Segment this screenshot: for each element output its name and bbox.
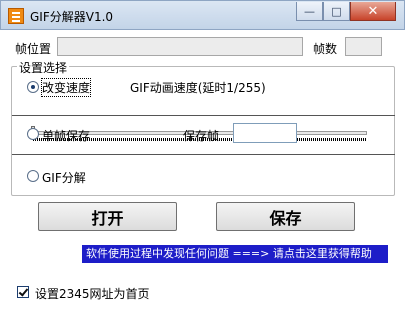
open-button[interactable]: 打开 [38,202,177,231]
window-title: GIF分解器V1.0 [30,10,114,24]
separator [12,115,395,116]
maximize-button[interactable]: □ [323,2,350,21]
change-speed-label[interactable]: 改变速度 [40,78,92,97]
frame-count-label: 帧数 [313,42,338,56]
save-button[interactable]: 保存 [216,202,355,231]
maximize-icon: □ [331,4,342,18]
set-homepage-label[interactable]: 设置2345网址为首页 [35,285,150,302]
open-button-label: 打开 [91,208,124,228]
frame-position-label: 帧位置 [15,42,52,56]
single-frame-save-label[interactable]: 单帧保存 [42,127,90,144]
app-logo-icon [8,8,24,24]
minimize-icon: — [304,4,315,18]
gif-decompose-radio[interactable] [27,170,39,182]
save-button-label: 保存 [269,208,302,228]
frame-count-field [345,37,382,56]
client-area: 帧位置 帧数 设置选择 改变速度 GIF动画速度(延时1/255) 单帧保存 保… [0,30,405,320]
set-homepage-checkbox[interactable] [17,286,29,298]
settings-group-label: 设置选择 [17,59,70,76]
separator [12,154,395,155]
save-frame-input[interactable] [233,123,297,143]
speed-info-text: GIF动画速度(延时1/255) [130,81,266,95]
help-link-banner[interactable]: 软件使用过程中发现任何问题 ===> 请点击这里获得帮助 [82,245,388,263]
title-bar[interactable]: GIF分解器V1.0 — □ ✕ [0,0,405,30]
single-frame-save-radio[interactable] [27,128,39,140]
gif-decompose-label[interactable]: GIF分解 [42,169,86,186]
minimize-button[interactable]: — [296,2,323,21]
close-button[interactable]: ✕ [350,2,396,21]
change-speed-radio[interactable] [27,81,39,93]
save-frame-label: 保存帧 [183,129,220,143]
window-controls: — □ ✕ [296,2,396,22]
frame-position-field [57,37,303,56]
close-icon: ✕ [367,3,379,19]
